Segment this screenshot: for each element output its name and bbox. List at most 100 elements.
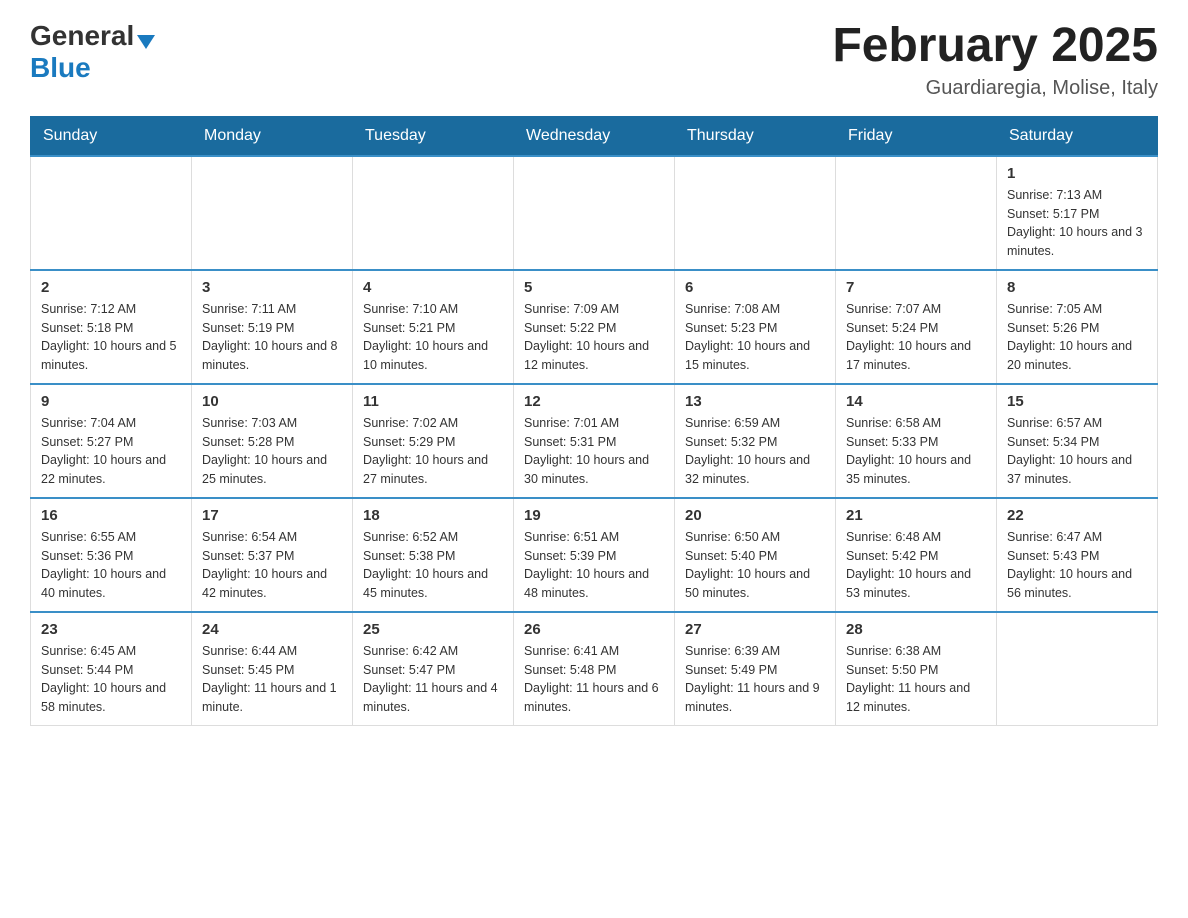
daylight-text: Daylight: 11 hours and 6 minutes. [524,681,659,714]
sunset-text: Sunset: 5:33 PM [846,435,938,449]
day-info: Sunrise: 7:07 AMSunset: 5:24 PMDaylight:… [846,300,986,375]
sunrise-text: Sunrise: 7:13 AM [1007,188,1102,202]
day-number: 21 [846,507,986,524]
day-number: 16 [41,507,181,524]
sunrise-text: Sunrise: 7:07 AM [846,302,941,316]
sunrise-text: Sunrise: 6:58 AM [846,416,941,430]
day-number: 6 [685,279,825,296]
daylight-text: Daylight: 10 hours and 27 minutes. [363,453,488,486]
day-info: Sunrise: 6:50 AMSunset: 5:40 PMDaylight:… [685,528,825,603]
calendar-week-row: 9Sunrise: 7:04 AMSunset: 5:27 PMDaylight… [31,384,1158,498]
day-info: Sunrise: 7:09 AMSunset: 5:22 PMDaylight:… [524,300,664,375]
calendar-cell: 2Sunrise: 7:12 AMSunset: 5:18 PMDaylight… [31,270,192,384]
daylight-text: Daylight: 10 hours and 48 minutes. [524,567,649,600]
daylight-text: Daylight: 11 hours and 4 minutes. [363,681,498,714]
sunset-text: Sunset: 5:50 PM [846,663,938,677]
day-info: Sunrise: 7:12 AM Sunset: 5:18 PM Daylight:… [41,300,181,375]
sunrise-text: Sunrise: 6:48 AM [846,530,941,544]
day-number: 5 [524,279,664,296]
day-info: Sunrise: 6:55 AMSunset: 5:36 PMDaylight:… [41,528,181,603]
sunrise-text: Sunrise: 7:08 AM [685,302,780,316]
daylight-text: Daylight: 10 hours and 5 minutes. [41,339,177,372]
calendar-cell [675,156,836,270]
day-number: 7 [846,279,986,296]
calendar-cell: 11 Sunrise: 7:02 AMSunset: 5:29 PMDayligh… [353,384,514,498]
sunset-text: Sunset: 5:42 PM [846,549,938,563]
day-number: 24 [202,621,342,638]
day-number: 22 [1007,507,1147,524]
logo: General Blue [30,20,155,84]
day-info: Sunrise: 7:08 AMSunset: 5:23 PMDaylight:… [685,300,825,375]
col-friday: Friday [836,116,997,156]
day-number: 10 [202,393,342,410]
sunrise-text: Sunrise: 7:05 AM [1007,302,1102,316]
calendar-cell: 1Sunrise: 7:13 AMSunset: 5:17 PMDaylight… [997,156,1158,270]
daylight-text: Daylight: 10 hours and 37 minutes. [1007,453,1132,486]
sunrise-text: Sunrise: 6:59 AM [685,416,780,430]
sunrise-text: Sunrise: 6:42 AM [363,644,458,658]
calendar-cell: 10 Sunrise: 7:03 AMSunset: 5:28 PMDayligh… [192,384,353,498]
daylight-text: Daylight: 10 hours and 10 minutes. [363,339,488,372]
col-tuesday: Tuesday [353,116,514,156]
calendar-cell: 8Sunrise: 7:05 AMSunset: 5:26 PMDaylight… [997,270,1158,384]
day-info: Sunrise: 7:13 AMSunset: 5:17 PMDaylight:… [1007,186,1147,261]
calendar-cell: 18Sunrise: 6:52 AMSunset: 5:38 PMDayligh… [353,498,514,612]
calendar-cell: 17Sunrise: 6:54 AMSunset: 5:37 PMDayligh… [192,498,353,612]
sunset-text: Sunset: 5:43 PM [1007,549,1099,563]
day-number: 17 [202,507,342,524]
sunset-text: Sunset: 5:29 PM [363,435,455,449]
calendar-cell: 4Sunrise: 7:10 AMSunset: 5:21 PMDaylight… [353,270,514,384]
title-section: February 2025 Guardiaregia, Molise, Ital… [832,20,1158,100]
daylight-text: Daylight: 10 hours and 25 minutes. [202,453,327,486]
calendar-cell: 5 Sunrise: 7:09 AMSunset: 5:22 PMDaylight… [514,270,675,384]
day-info: Sunrise: 6:45 AMSunset: 5:44 PMDaylight:… [41,642,181,717]
calendar-cell: 26Sunrise: 6:41 AMSunset: 5:48 PMDayligh… [514,612,675,726]
sunrise-text: Sunrise: 7:12 AM [41,302,136,316]
sunset-text: Sunset: 5:47 PM [363,663,455,677]
sunset-text: Sunset: 5:45 PM [202,663,294,677]
daylight-text: Daylight: 11 hours and 9 minutes. [685,681,820,714]
calendar-cell: 25Sunrise: 6:42 AMSunset: 5:47 PMDayligh… [353,612,514,726]
sunrise-text: Sunrise: 6:54 AM [202,530,297,544]
sunrise-text: Sunrise: 7:01 AM [524,416,619,430]
calendar-cell [353,156,514,270]
calendar-cell [514,156,675,270]
calendar-cell: 28Sunrise: 6:38 AMSunset: 5:50 PMDayligh… [836,612,997,726]
calendar-cell: 22Sunrise: 6:47 AMSunset: 5:43 PMDayligh… [997,498,1158,612]
sunrise-text: Sunrise: 6:45 AM [41,644,136,658]
daylight-text: Daylight: 10 hours and 40 minutes. [41,567,166,600]
sunset-text: Sunset: 5:18 PM [41,321,133,335]
day-number: 11 [363,393,503,410]
sunset-text: Sunset: 5:32 PM [685,435,777,449]
day-info: Sunrise: 7:05 AMSunset: 5:26 PMDaylight:… [1007,300,1147,375]
day-info: Sunrise: 6:41 AMSunset: 5:48 PMDaylight:… [524,642,664,717]
day-info: Sunrise: 7:03 AMSunset: 5:28 PMDaylight:… [202,414,342,489]
daylight-text: Daylight: 10 hours and 15 minutes. [685,339,810,372]
calendar-week-row: 1Sunrise: 7:13 AMSunset: 5:17 PMDaylight… [31,156,1158,270]
daylight-text: Daylight: 10 hours and 35 minutes. [846,453,971,486]
month-title: February 2025 [832,20,1158,73]
calendar-week-row: 2Sunrise: 7:12 AMSunset: 5:18 PMDaylight… [31,270,1158,384]
col-monday: Monday [192,116,353,156]
daylight-text: Daylight: 10 hours and 12 minutes. [524,339,649,372]
day-number: 12 [524,393,664,410]
calendar-week-row: 23Sunrise: 6:45 AMSunset: 5:44 PMDayligh… [31,612,1158,726]
sunset-text: Sunset: 5:31 PM [524,435,616,449]
day-number: 20 [685,507,825,524]
sunrise-text: Sunrise: 6:47 AM [1007,530,1102,544]
day-info: Sunrise: 7:02 AMSunset: 5:29 PMDaylight:… [363,414,503,489]
daylight-text: Daylight: 11 hours and 1 minute. [202,681,337,714]
calendar-cell [192,156,353,270]
sunrise-text: Sunrise: 7:03 AM [202,416,297,430]
page-header: General Blue February 2025 Guardiaregia,… [30,20,1158,100]
sunset-text: Sunset: 5:19 PM [202,321,294,335]
calendar-cell: 19Sunrise: 6:51 AMSunset: 5:39 PMDayligh… [514,498,675,612]
logo-general-text: General [30,20,134,52]
calendar-cell: 13Sunrise: 6:59 AMSunset: 5:32 PMDayligh… [675,384,836,498]
calendar-header-row: Sunday Monday Tuesday Wednesday Thursday… [31,116,1158,156]
col-saturday: Saturday [997,116,1158,156]
day-info: Sunrise: 6:42 AM Sunset: 5:47 PM Daylight:… [363,642,503,717]
sunset-text: Sunset: 5:37 PM [202,549,294,563]
sunrise-text: Sunrise: 6:55 AM [41,530,136,544]
calendar-cell: 23Sunrise: 6:45 AMSunset: 5:44 PMDayligh… [31,612,192,726]
